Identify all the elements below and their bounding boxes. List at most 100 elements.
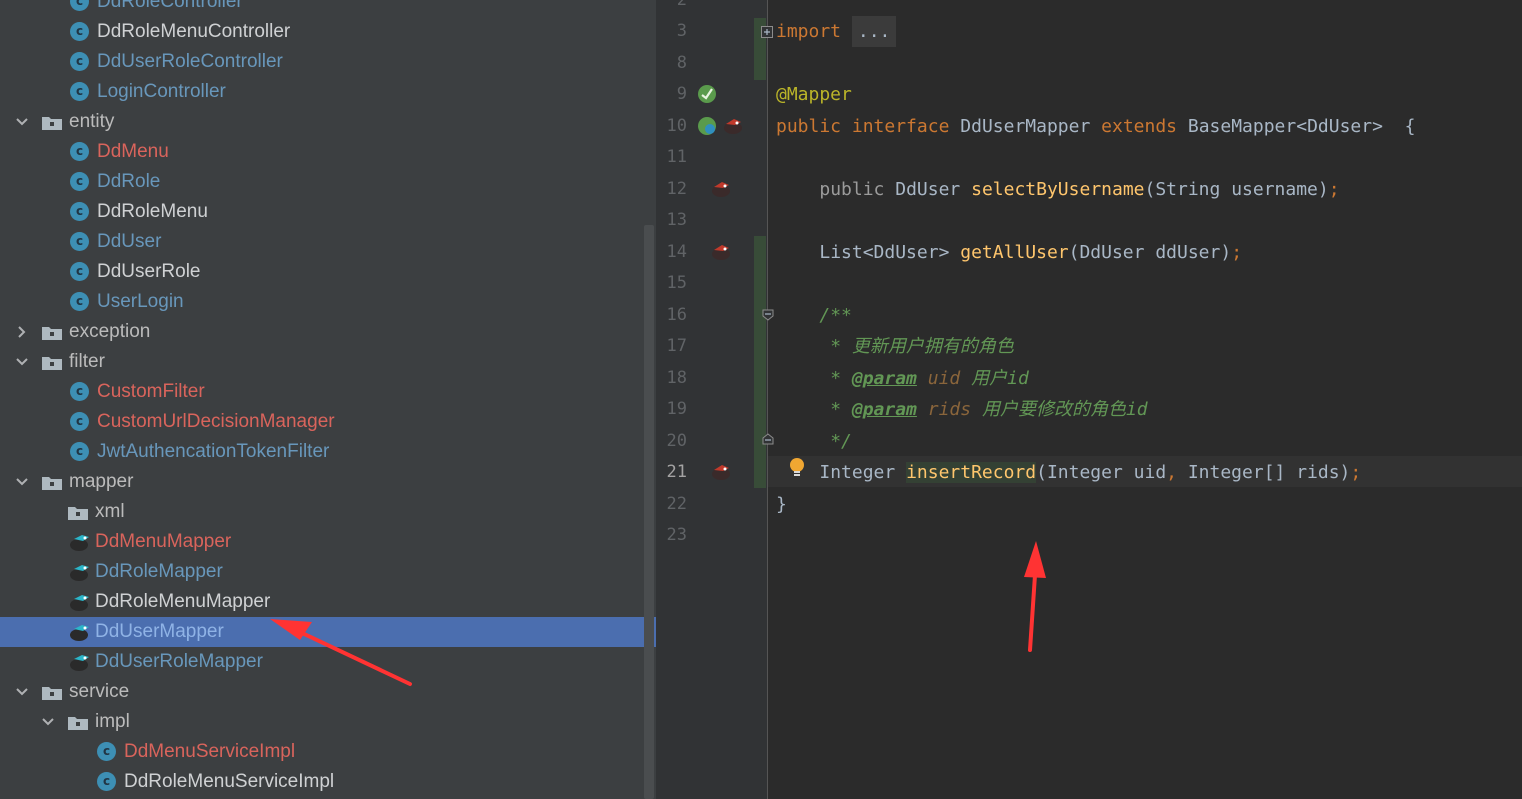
tree-item-ddrolemenumapper[interactable]: DdRoleMenuMapper: [0, 587, 656, 617]
tree-item-mapper[interactable]: mapper: [0, 467, 656, 497]
code-editor[interactable]: 2 3 8 9 10 11 12 13 14 15 16 17 18 19 20…: [656, 0, 1522, 799]
chevron-down-icon[interactable]: [41, 707, 55, 737]
intention-bulb-icon[interactable]: [787, 456, 807, 480]
line-number: 3: [676, 21, 687, 41]
chevron-right-icon[interactable]: [15, 317, 29, 347]
tree-item-label: LoginController: [97, 81, 226, 102]
mybatis-mapper-icon: [68, 560, 92, 584]
tree-item-customfilter[interactable]: c CustomFilter: [0, 377, 656, 407]
code-line-19[interactable]: * @param rids 用户要修改的角色id: [776, 394, 1147, 425]
line-number: 8: [676, 53, 687, 73]
tree-item-label: DdRoleMenuController: [97, 21, 291, 42]
project-tree-panel: c DdRoleController c DdRoleMenuController c D…: [0, 0, 656, 799]
tree-item-ddrole[interactable]: c DdRole: [0, 167, 656, 197]
tree-item-label: filter: [69, 351, 105, 372]
tree-item-dduserrole[interactable]: c DdUserRole: [0, 257, 656, 287]
code-line-18[interactable]: * @param uid 用户id: [776, 363, 1029, 394]
line-number-current: 21: [666, 462, 687, 482]
tree-item-ddmenumapper[interactable]: DdMenuMapper: [0, 527, 656, 557]
tree-item-label: DdUserRoleMapper: [95, 651, 263, 672]
code-line-20[interactable]: */: [776, 426, 852, 457]
tree-item-ddrolemapper[interactable]: DdRoleMapper: [0, 557, 656, 587]
tree-item-ddmenuserviceimpl[interactable]: c DdMenuServiceImpl: [0, 737, 656, 767]
tree-item-jwtauthencationtokenfilter[interactable]: c JwtAuthencationTokenFilter: [0, 437, 656, 467]
chevron-down-icon[interactable]: [15, 467, 29, 497]
annotation: @Mapper: [776, 84, 852, 105]
vcs-change-marker[interactable]: [754, 236, 766, 488]
chevron-down-icon[interactable]: [15, 347, 29, 377]
tree-item-ddusermapper[interactable]: DdUserMapper: [0, 617, 656, 647]
tree-item-logincontroller[interactable]: c LoginController: [0, 77, 656, 107]
tree-item-ddrolemenucontroller[interactable]: c DdRoleMenuController: [0, 17, 656, 47]
code-line-10[interactable]: public interface DdUserMapper extends Ba…: [776, 111, 1415, 142]
tree-item-dduser[interactable]: c DdUser: [0, 227, 656, 257]
tree-item-ddrolecontroller[interactable]: c DdRoleController: [0, 0, 656, 17]
tree-item-label: CustomUrlDecisionManager: [97, 411, 335, 432]
code-text: }: [776, 494, 787, 515]
chevron-down-icon[interactable]: [15, 107, 29, 137]
code-line-14[interactable]: List<DdUser> getAllUser(DdUser ddUser);: [776, 237, 1242, 268]
code-text: (Integer uid: [1036, 462, 1167, 483]
java-class-icon: c: [70, 202, 89, 221]
mybatis-bird-icon[interactable]: [710, 178, 732, 200]
fold-end-icon[interactable]: [762, 433, 774, 445]
code-line-16[interactable]: /**: [776, 300, 852, 331]
keyword-redundant: public: [819, 179, 885, 200]
implemented-icon[interactable]: [696, 115, 718, 137]
code-line-9[interactable]: @Mapper: [776, 79, 852, 110]
chevron-down-icon[interactable]: [15, 677, 29, 707]
java-class-icon: c: [70, 172, 89, 191]
code-text: BaseMapper<DdUser> {: [1187, 116, 1416, 137]
folded-imports[interactable]: ...: [851, 16, 897, 47]
tree-item-exception[interactable]: exception: [0, 317, 656, 347]
tree-item-label: DdUserRoleController: [97, 51, 283, 72]
tree-item-ddrolemenuserviceimpl[interactable]: c DdRoleMenuServiceImpl: [0, 767, 656, 797]
keyword: interface: [851, 116, 950, 137]
tree-item-filter[interactable]: filter: [0, 347, 656, 377]
line-number: 14: [666, 242, 687, 262]
tree-item-xml[interactable]: xml: [0, 497, 656, 527]
fold-expand-icon[interactable]: [761, 26, 773, 38]
mybatis-bird-icon[interactable]: [710, 461, 732, 483]
code-text: Integer[] rids): [1177, 462, 1351, 483]
tree-item-dduserrolemapper[interactable]: DdUserRoleMapper: [0, 647, 656, 677]
folder-icon: [42, 475, 62, 490]
tree-item-impl[interactable]: impl: [0, 707, 656, 737]
java-class-icon: c: [70, 22, 89, 41]
tree-scrollbar[interactable]: [644, 225, 654, 799]
mybatis-mapper-icon: [68, 650, 92, 674]
tree-item-dduserrolecontroller[interactable]: c DdUserRoleController: [0, 47, 656, 77]
java-class-icon: c: [70, 52, 89, 71]
mybatis-bird-icon[interactable]: [710, 241, 732, 263]
java-class-icon: c: [70, 412, 89, 431]
tree-item-userlogin[interactable]: c UserLogin: [0, 287, 656, 317]
line-number: 2: [676, 0, 687, 10]
keyword: import: [776, 21, 842, 42]
punctuation: ;: [1328, 179, 1340, 200]
tree-item-label: exception: [69, 321, 151, 342]
java-class-icon: c: [70, 292, 89, 311]
code-line-22[interactable]: }: [776, 489, 787, 520]
doc-comment: */: [819, 431, 852, 452]
tree-item-service[interactable]: service: [0, 677, 656, 707]
tree-item-label: DdUserRole: [97, 261, 201, 282]
code-line-12[interactable]: public DdUser selectByUsername(String us…: [776, 174, 1340, 205]
tree-item-ddmenu[interactable]: c DdMenu: [0, 137, 656, 167]
tree-item-ddrolemenu[interactable]: c DdRoleMenu: [0, 197, 656, 227]
spring-bean-icon[interactable]: [696, 83, 718, 105]
code-text: (DdUser ddUser): [1068, 242, 1232, 263]
tree-item-entity[interactable]: entity: [0, 107, 656, 137]
line-number: 22: [666, 494, 687, 514]
tree-item-label: DdUser: [97, 231, 162, 252]
code-line-3[interactable]: import ...: [776, 16, 897, 47]
tree-item-customurldecisionmanager[interactable]: c CustomUrlDecisionManager: [0, 407, 656, 437]
fold-collapse-icon[interactable]: [762, 309, 774, 321]
java-class-icon: c: [70, 142, 89, 161]
doc-tag: @param: [851, 368, 917, 389]
mybatis-bird-icon[interactable]: [722, 115, 744, 137]
line-number: 9: [676, 84, 687, 104]
tree-item-label: DdRole: [97, 171, 161, 192]
code-line-21[interactable]: Integer insertRecord(Integer uid, Intege…: [776, 457, 1361, 488]
code-line-17[interactable]: * 更新用户拥有的角色: [776, 331, 1014, 362]
tree-item-label: CustomFilter: [97, 381, 205, 402]
